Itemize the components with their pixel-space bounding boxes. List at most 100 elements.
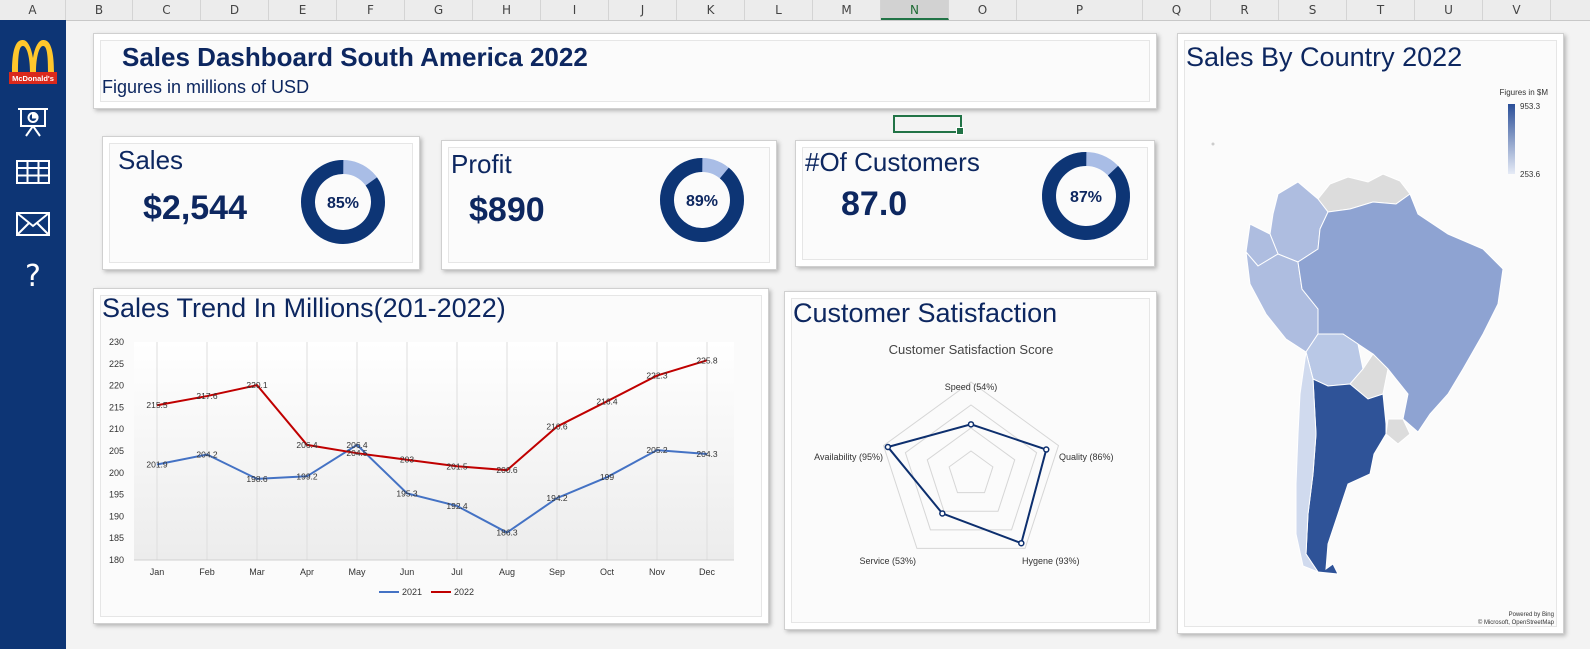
- column-header-a[interactable]: A: [0, 0, 66, 20]
- column-header-b[interactable]: B: [66, 0, 133, 20]
- column-header-h[interactable]: H: [473, 0, 541, 20]
- kpi-card-sales: Sales $2,544 85%: [102, 136, 420, 270]
- presentation-icon[interactable]: [13, 104, 53, 140]
- x-tick-label: Feb: [199, 567, 215, 577]
- data-label: 204.2: [196, 449, 218, 459]
- data-label: 194.2: [546, 493, 568, 503]
- sales-by-country-card: Sales By Country 2022 Figures in $M 953.…: [1177, 33, 1564, 634]
- radar-grid-ring: [926, 427, 1016, 512]
- help-glyph: ?: [25, 258, 41, 294]
- x-tick-label: Dec: [699, 567, 716, 577]
- column-header-j[interactable]: J: [609, 0, 677, 20]
- data-label: 210.6: [546, 422, 568, 432]
- donut-percent-label: 87%: [1070, 189, 1102, 206]
- kpi-label: Profit: [451, 149, 512, 179]
- data-label: 195.3: [396, 488, 418, 498]
- radar-axis-label: Quality (86%): [1059, 452, 1114, 462]
- sales-trend-chart: Jan Feb Mar Apr May Jun Jul Aug Sep Oct Nov Dec 180 1…: [109, 337, 734, 597]
- selected-cell[interactable]: [893, 115, 964, 135]
- column-header-r[interactable]: R: [1211, 0, 1279, 20]
- column-header-k[interactable]: K: [677, 0, 745, 20]
- data-label: 225.8: [696, 355, 718, 365]
- y-tick-label: 220: [109, 381, 124, 391]
- map-region-uruguay: [1385, 418, 1411, 445]
- y-tick-label: 230: [109, 337, 124, 347]
- radar-axis-label: Speed (54%): [945, 382, 998, 392]
- column-header-q[interactable]: Q: [1143, 0, 1211, 20]
- donut-percent-label: 85%: [327, 195, 359, 212]
- customer-satisfaction-chart: Customer Satisfaction Score Speed (54%) Qu…: [814, 342, 1114, 566]
- column-header-u[interactable]: U: [1415, 0, 1483, 20]
- x-tick-label: May: [348, 567, 366, 577]
- kpi-donut: 89%: [660, 158, 744, 242]
- kpi-label: #Of Customers: [805, 147, 980, 177]
- y-tick-label: 180: [109, 555, 124, 565]
- kpi-value: $2,544: [143, 189, 247, 227]
- radar-point: [967, 421, 975, 428]
- y-tick-label: 185: [109, 533, 124, 543]
- radar-grid-ring: [948, 450, 994, 494]
- x-tick-label: Jun: [400, 567, 415, 577]
- column-header-s[interactable]: S: [1279, 0, 1347, 20]
- map-legend-title: Figures in $M: [1500, 88, 1549, 97]
- south-america-map: Figures in $M 953.3 253.6 Powered by Bin…: [1211, 88, 1555, 626]
- radar-point: [1042, 446, 1050, 453]
- data-label: 220.1: [246, 380, 268, 390]
- data-label: 201.5: [446, 461, 468, 471]
- x-tick-label: Aug: [499, 567, 515, 577]
- data-label: 186.3: [496, 528, 518, 538]
- column-header-g[interactable]: G: [405, 0, 473, 20]
- data-label: 222.3: [646, 371, 668, 381]
- mail-icon[interactable]: [13, 206, 53, 242]
- kpi-label: Sales: [118, 145, 184, 175]
- data-label: 206.4: [296, 440, 318, 450]
- y-tick-label: 205: [109, 446, 124, 456]
- donut-percent-label: 89%: [686, 193, 718, 210]
- y-tick-label: 190: [109, 511, 124, 521]
- page-subtitle: Figures in millions of USD: [102, 77, 310, 97]
- map-credit-osm: © Microsoft, OpenStreetMap: [1478, 619, 1555, 626]
- column-header-l[interactable]: L: [745, 0, 813, 20]
- kpi-value: $890: [469, 191, 545, 229]
- radar-point: [884, 443, 892, 451]
- logo-text: McDonald's: [12, 74, 54, 83]
- column-header-m[interactable]: M: [813, 0, 881, 20]
- data-label: 199: [600, 472, 614, 482]
- y-tick-label: 225: [109, 359, 124, 369]
- table-icon[interactable]: [13, 154, 53, 190]
- radar-title: Customer Satisfaction Score: [889, 342, 1054, 357]
- column-header-c[interactable]: C: [133, 0, 201, 20]
- x-tick-label: Jul: [451, 567, 463, 577]
- column-header-i[interactable]: I: [541, 0, 609, 20]
- kpi-card-profit: Profit $890 89%: [441, 140, 777, 270]
- y-tick-label: 195: [109, 490, 124, 500]
- data-label: 205.2: [646, 445, 668, 455]
- radar-axis-label: Service (53%): [859, 556, 916, 566]
- x-tick-label: Oct: [600, 567, 615, 577]
- help-icon[interactable]: ?: [13, 258, 53, 294]
- data-label: 200.6: [496, 465, 518, 475]
- sidebar: McDonald's ?: [0, 20, 66, 649]
- column-header-o[interactable]: O: [949, 0, 1017, 20]
- data-label: 198.6: [246, 474, 268, 484]
- x-tick-label: Jan: [150, 567, 165, 577]
- column-header-e[interactable]: E: [269, 0, 337, 20]
- kpi-card-customers: #Of Customers 87.0 87%: [795, 140, 1155, 267]
- column-header-n[interactable]: N: [881, 0, 949, 20]
- column-header-p[interactable]: P: [1017, 0, 1143, 20]
- data-label: 204.5: [346, 448, 368, 458]
- legend-label: 2022: [454, 587, 474, 597]
- column-header-d[interactable]: D: [201, 0, 269, 20]
- data-label: 192.4: [446, 501, 468, 511]
- data-label: 216.4: [596, 396, 618, 406]
- column-header-v[interactable]: V: [1483, 0, 1551, 20]
- column-header-f[interactable]: F: [337, 0, 405, 20]
- map-legend-max: 953.3: [1520, 102, 1541, 111]
- map-legend-scale: [1508, 104, 1515, 174]
- radar-point: [1018, 539, 1025, 547]
- data-label: 203: [400, 455, 414, 465]
- mcdonalds-logo: McDonald's: [8, 36, 58, 86]
- map-legend-min: 253.6: [1520, 170, 1541, 179]
- data-label: 217.6: [196, 391, 218, 401]
- column-header-t[interactable]: T: [1347, 0, 1415, 20]
